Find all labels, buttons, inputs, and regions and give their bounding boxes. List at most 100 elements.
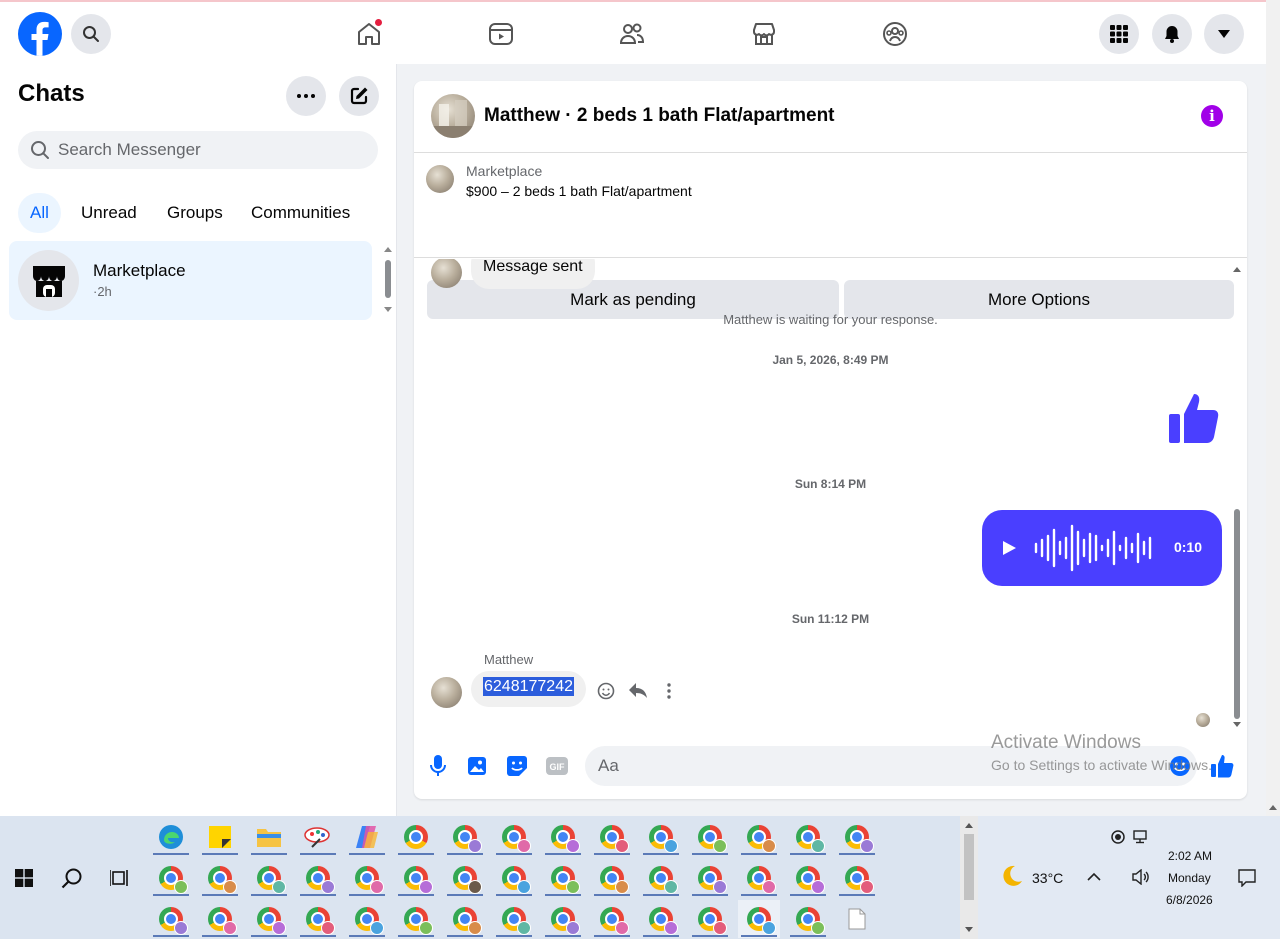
- photo-attach-icon[interactable]: [464, 753, 490, 779]
- chrome-profile-icon[interactable]: [395, 818, 437, 856]
- filter-groups[interactable]: Groups: [155, 193, 235, 233]
- copilot-icon[interactable]: [346, 818, 388, 856]
- chrome-profile-icon[interactable]: [689, 900, 731, 938]
- chrome-profile-icon[interactable]: [150, 900, 192, 938]
- listing-title[interactable]: $900 – 2 beds 1 bath Flat/apartment: [466, 183, 692, 199]
- chrome-profile-icon[interactable]: [591, 900, 633, 938]
- chevron-up-icon[interactable]: [1087, 872, 1101, 882]
- chrome-profile-icon[interactable]: [542, 818, 584, 856]
- listing-thumbnail[interactable]: [426, 165, 454, 193]
- thumbs-up-send-icon[interactable]: [1209, 753, 1235, 779]
- notifications-icon[interactable]: [1238, 869, 1256, 887]
- filter-communities[interactable]: Communities: [239, 193, 362, 233]
- chrome-profile-icon[interactable]: [836, 818, 878, 856]
- chrome-profile-icon[interactable]: [738, 900, 780, 938]
- chrome-profile-icon[interactable]: [787, 859, 829, 897]
- more-options-icon[interactable]: [286, 76, 326, 116]
- chrome-profile-icon[interactable]: [542, 900, 584, 938]
- chrome-profile-icon[interactable]: [199, 859, 241, 897]
- filter-all[interactable]: All: [18, 193, 61, 233]
- clock-time[interactable]: 2:02 AM: [1168, 849, 1212, 863]
- search-icon[interactable]: [71, 14, 111, 54]
- weather-temperature[interactable]: 33°C: [1032, 870, 1063, 886]
- chrome-profile-icon[interactable]: [248, 900, 290, 938]
- record-indicator-icon[interactable]: [1111, 830, 1125, 844]
- chrome-profile-icon[interactable]: [640, 859, 682, 897]
- chrome-profile-icon[interactable]: [738, 859, 780, 897]
- page-scrollbar[interactable]: [1266, 0, 1280, 816]
- chrome-profile-icon[interactable]: [738, 818, 780, 856]
- chrome-profile-icon[interactable]: [493, 818, 535, 856]
- message-bubble[interactable]: 6248177242: [471, 671, 586, 707]
- taskbar-scrollbar[interactable]: [960, 816, 978, 939]
- chrome-profile-icon[interactable]: [787, 900, 829, 938]
- clock-date[interactable]: 6/8/2026: [1166, 893, 1213, 907]
- account-caret-icon[interactable]: [1204, 14, 1244, 54]
- chrome-profile-icon[interactable]: [395, 859, 437, 897]
- info-icon[interactable]: i: [1201, 105, 1223, 127]
- filter-unread[interactable]: Unread: [69, 193, 149, 233]
- groups-icon[interactable]: [879, 18, 911, 50]
- voice-message[interactable]: 0:10: [982, 510, 1222, 586]
- paint-icon[interactable]: [297, 818, 339, 856]
- chrome-profile-icon[interactable]: [444, 859, 486, 897]
- edge-browser-icon[interactable]: [150, 818, 192, 856]
- chrome-profile-icon[interactable]: [689, 818, 731, 856]
- weather-moon-icon[interactable]: [1000, 864, 1024, 888]
- chrome-profile-icon[interactable]: [640, 818, 682, 856]
- chrome-profile-icon[interactable]: [395, 900, 437, 938]
- clock-day[interactable]: Monday: [1168, 871, 1211, 885]
- friends-icon[interactable]: [616, 18, 648, 50]
- chrome-profile-icon[interactable]: [346, 900, 388, 938]
- watch-icon[interactable]: [485, 18, 517, 50]
- gif-icon[interactable]: GIF: [544, 753, 570, 779]
- chrome-profile-icon[interactable]: [591, 818, 633, 856]
- chat-list-item-marketplace[interactable]: Marketplace ·2h: [9, 241, 372, 320]
- thumbs-up-sticker-icon[interactable]: [1166, 390, 1222, 451]
- chrome-profile-icon[interactable]: [297, 859, 339, 897]
- chrome-profile-icon[interactable]: [689, 859, 731, 897]
- chrome-profile-icon[interactable]: [542, 859, 584, 897]
- chrome-profile-icon[interactable]: [444, 900, 486, 938]
- chrome-profile-icon[interactable]: [493, 859, 535, 897]
- chrome-profile-icon[interactable]: [591, 859, 633, 897]
- bell-icon[interactable]: [1152, 14, 1192, 54]
- search-icon[interactable]: [61, 867, 83, 889]
- new-message-icon[interactable]: [339, 76, 379, 116]
- chrome-profile-icon[interactable]: [199, 900, 241, 938]
- task-view-icon[interactable]: [110, 869, 130, 887]
- facebook-logo-icon[interactable]: [18, 12, 62, 56]
- chrome-profile-icon[interactable]: [836, 859, 878, 897]
- marketplace-icon[interactable]: [748, 18, 780, 50]
- play-icon[interactable]: [1002, 541, 1016, 555]
- react-emoji-icon[interactable]: [597, 682, 615, 700]
- reply-icon[interactable]: [628, 682, 648, 700]
- conversation-avatar[interactable]: [431, 94, 475, 138]
- chrome-profile-icon[interactable]: [297, 900, 339, 938]
- chrome-profile-icon[interactable]: [493, 900, 535, 938]
- sticky-notes-icon[interactable]: [199, 818, 241, 856]
- chrome-profile-icon[interactable]: [248, 859, 290, 897]
- message-bubble[interactable]: Message sent: [471, 259, 595, 289]
- chrome-profile-icon[interactable]: [444, 818, 486, 856]
- conversation-scrollbar[interactable]: [1231, 261, 1243, 731]
- file-explorer-icon[interactable]: [248, 818, 290, 856]
- network-icon[interactable]: [1133, 830, 1151, 844]
- windows-start-icon[interactable]: [15, 869, 33, 887]
- windows-taskbar: 33°C 2:02 AM Monday 6/8/2026: [0, 816, 1280, 939]
- selected-message-text[interactable]: 6248177242: [483, 677, 574, 696]
- chrome-profile-icon[interactable]: [346, 859, 388, 897]
- search-messenger-input[interactable]: Search Messenger: [18, 131, 378, 169]
- svg-text:GIF: GIF: [550, 762, 566, 772]
- sidebar-scrollbar[interactable]: [382, 244, 394, 316]
- microphone-icon[interactable]: [425, 753, 451, 779]
- chrome-profile-icon[interactable]: [787, 818, 829, 856]
- volume-icon[interactable]: [1132, 869, 1150, 885]
- home-icon[interactable]: [353, 18, 385, 50]
- menu-grid-icon[interactable]: [1099, 14, 1139, 54]
- more-actions-icon[interactable]: [666, 682, 672, 700]
- document-file-icon[interactable]: [836, 900, 878, 938]
- chrome-profile-icon[interactable]: [640, 900, 682, 938]
- chrome-profile-icon[interactable]: [150, 859, 192, 897]
- sticker-icon[interactable]: [504, 753, 530, 779]
